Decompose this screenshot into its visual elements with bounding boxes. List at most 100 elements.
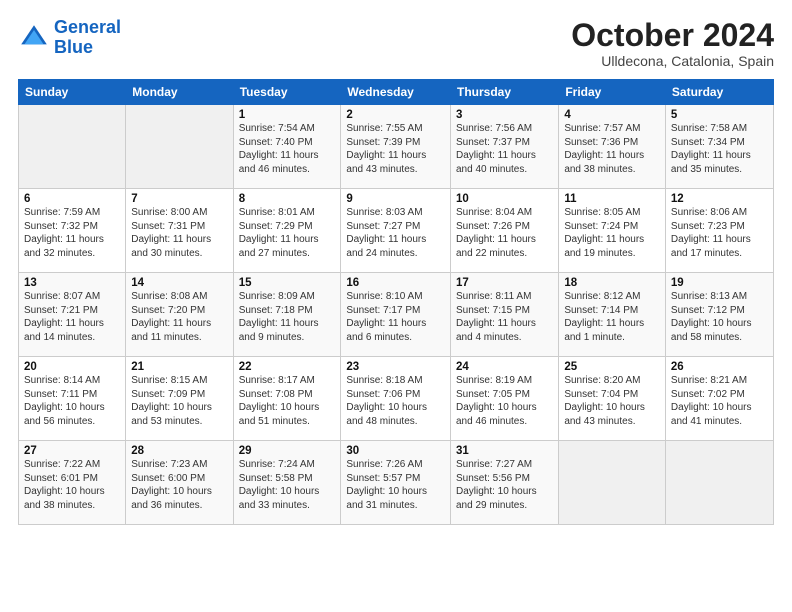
week-row-2: 6Sunrise: 7:59 AM Sunset: 7:32 PM Daylig…: [19, 189, 774, 273]
day-detail: Sunrise: 7:23 AM Sunset: 6:00 PM Dayligh…: [131, 458, 227, 512]
title-block: October 2024 Ulldecona, Catalonia, Spain: [571, 18, 774, 69]
day-number: 12: [671, 193, 768, 205]
day-number: 23: [346, 361, 445, 373]
day-number: 17: [456, 277, 553, 289]
day-cell: 6Sunrise: 7:59 AM Sunset: 7:32 PM Daylig…: [19, 189, 126, 273]
day-detail: Sunrise: 8:04 AM Sunset: 7:26 PM Dayligh…: [456, 206, 553, 260]
day-cell: 10Sunrise: 8:04 AM Sunset: 7:26 PM Dayli…: [450, 189, 558, 273]
day-detail: Sunrise: 7:27 AM Sunset: 5:56 PM Dayligh…: [456, 458, 553, 512]
day-detail: Sunrise: 8:14 AM Sunset: 7:11 PM Dayligh…: [24, 374, 120, 428]
day-number: 31: [456, 445, 553, 457]
week-row-3: 13Sunrise: 8:07 AM Sunset: 7:21 PM Dayli…: [19, 273, 774, 357]
day-cell: 9Sunrise: 8:03 AM Sunset: 7:27 PM Daylig…: [341, 189, 451, 273]
day-cell: 1Sunrise: 7:54 AM Sunset: 7:40 PM Daylig…: [233, 105, 341, 189]
day-cell: 3Sunrise: 7:56 AM Sunset: 7:37 PM Daylig…: [450, 105, 558, 189]
logo-icon: [18, 22, 50, 54]
day-detail: Sunrise: 7:57 AM Sunset: 7:36 PM Dayligh…: [564, 122, 660, 176]
day-number: 21: [131, 361, 227, 373]
day-detail: Sunrise: 7:22 AM Sunset: 6:01 PM Dayligh…: [24, 458, 120, 512]
day-number: 2: [346, 109, 445, 121]
day-cell: 4Sunrise: 7:57 AM Sunset: 7:36 PM Daylig…: [559, 105, 666, 189]
logo: General Blue: [18, 18, 121, 58]
day-cell: 15Sunrise: 8:09 AM Sunset: 7:18 PM Dayli…: [233, 273, 341, 357]
day-cell: 24Sunrise: 8:19 AM Sunset: 7:05 PM Dayli…: [450, 357, 558, 441]
location: Ulldecona, Catalonia, Spain: [571, 53, 774, 69]
logo-text: General Blue: [54, 18, 121, 58]
day-number: 24: [456, 361, 553, 373]
day-cell: 16Sunrise: 8:10 AM Sunset: 7:17 PM Dayli…: [341, 273, 451, 357]
day-number: 8: [239, 193, 336, 205]
day-number: 3: [456, 109, 553, 121]
day-detail: Sunrise: 7:26 AM Sunset: 5:57 PM Dayligh…: [346, 458, 445, 512]
calendar-header-row: SundayMondayTuesdayWednesdayThursdayFrid…: [19, 80, 774, 105]
day-number: 16: [346, 277, 445, 289]
day-cell: 25Sunrise: 8:20 AM Sunset: 7:04 PM Dayli…: [559, 357, 666, 441]
day-number: 22: [239, 361, 336, 373]
day-cell: [126, 105, 233, 189]
day-detail: Sunrise: 8:06 AM Sunset: 7:23 PM Dayligh…: [671, 206, 768, 260]
day-number: 1: [239, 109, 336, 121]
day-cell: 22Sunrise: 8:17 AM Sunset: 7:08 PM Dayli…: [233, 357, 341, 441]
day-cell: 29Sunrise: 7:24 AM Sunset: 5:58 PM Dayli…: [233, 441, 341, 525]
day-detail: Sunrise: 8:08 AM Sunset: 7:20 PM Dayligh…: [131, 290, 227, 344]
day-detail: Sunrise: 7:56 AM Sunset: 7:37 PM Dayligh…: [456, 122, 553, 176]
header: General Blue October 2024 Ulldecona, Cat…: [18, 18, 774, 69]
column-header-sunday: Sunday: [19, 80, 126, 105]
day-number: 13: [24, 277, 120, 289]
day-number: 14: [131, 277, 227, 289]
day-detail: Sunrise: 8:01 AM Sunset: 7:29 PM Dayligh…: [239, 206, 336, 260]
day-cell: 19Sunrise: 8:13 AM Sunset: 7:12 PM Dayli…: [665, 273, 773, 357]
logo-line2: Blue: [54, 37, 93, 57]
column-header-monday: Monday: [126, 80, 233, 105]
day-detail: Sunrise: 8:21 AM Sunset: 7:02 PM Dayligh…: [671, 374, 768, 428]
day-detail: Sunrise: 8:15 AM Sunset: 7:09 PM Dayligh…: [131, 374, 227, 428]
day-cell: 5Sunrise: 7:58 AM Sunset: 7:34 PM Daylig…: [665, 105, 773, 189]
day-detail: Sunrise: 7:58 AM Sunset: 7:34 PM Dayligh…: [671, 122, 768, 176]
day-cell: 20Sunrise: 8:14 AM Sunset: 7:11 PM Dayli…: [19, 357, 126, 441]
week-row-4: 20Sunrise: 8:14 AM Sunset: 7:11 PM Dayli…: [19, 357, 774, 441]
day-detail: Sunrise: 8:18 AM Sunset: 7:06 PM Dayligh…: [346, 374, 445, 428]
day-number: 18: [564, 277, 660, 289]
day-number: 29: [239, 445, 336, 457]
day-detail: Sunrise: 8:10 AM Sunset: 7:17 PM Dayligh…: [346, 290, 445, 344]
day-cell: 27Sunrise: 7:22 AM Sunset: 6:01 PM Dayli…: [19, 441, 126, 525]
day-cell: 2Sunrise: 7:55 AM Sunset: 7:39 PM Daylig…: [341, 105, 451, 189]
day-cell: 12Sunrise: 8:06 AM Sunset: 7:23 PM Dayli…: [665, 189, 773, 273]
day-cell: [665, 441, 773, 525]
day-cell: 8Sunrise: 8:01 AM Sunset: 7:29 PM Daylig…: [233, 189, 341, 273]
day-detail: Sunrise: 8:11 AM Sunset: 7:15 PM Dayligh…: [456, 290, 553, 344]
day-detail: Sunrise: 8:00 AM Sunset: 7:31 PM Dayligh…: [131, 206, 227, 260]
day-cell: 31Sunrise: 7:27 AM Sunset: 5:56 PM Dayli…: [450, 441, 558, 525]
day-detail: Sunrise: 7:59 AM Sunset: 7:32 PM Dayligh…: [24, 206, 120, 260]
day-detail: Sunrise: 7:24 AM Sunset: 5:58 PM Dayligh…: [239, 458, 336, 512]
day-number: 5: [671, 109, 768, 121]
day-number: 26: [671, 361, 768, 373]
day-cell: 14Sunrise: 8:08 AM Sunset: 7:20 PM Dayli…: [126, 273, 233, 357]
day-number: 27: [24, 445, 120, 457]
day-number: 28: [131, 445, 227, 457]
column-header-tuesday: Tuesday: [233, 80, 341, 105]
day-cell: 13Sunrise: 8:07 AM Sunset: 7:21 PM Dayli…: [19, 273, 126, 357]
day-number: 7: [131, 193, 227, 205]
day-number: 4: [564, 109, 660, 121]
day-number: 30: [346, 445, 445, 457]
column-header-friday: Friday: [559, 80, 666, 105]
day-detail: Sunrise: 8:09 AM Sunset: 7:18 PM Dayligh…: [239, 290, 336, 344]
day-number: 25: [564, 361, 660, 373]
day-detail: Sunrise: 8:03 AM Sunset: 7:27 PM Dayligh…: [346, 206, 445, 260]
day-cell: 18Sunrise: 8:12 AM Sunset: 7:14 PM Dayli…: [559, 273, 666, 357]
day-number: 19: [671, 277, 768, 289]
day-detail: Sunrise: 8:20 AM Sunset: 7:04 PM Dayligh…: [564, 374, 660, 428]
column-header-thursday: Thursday: [450, 80, 558, 105]
day-detail: Sunrise: 8:13 AM Sunset: 7:12 PM Dayligh…: [671, 290, 768, 344]
day-cell: 21Sunrise: 8:15 AM Sunset: 7:09 PM Dayli…: [126, 357, 233, 441]
day-detail: Sunrise: 7:54 AM Sunset: 7:40 PM Dayligh…: [239, 122, 336, 176]
month-title: October 2024: [571, 18, 774, 53]
day-detail: Sunrise: 8:07 AM Sunset: 7:21 PM Dayligh…: [24, 290, 120, 344]
day-number: 10: [456, 193, 553, 205]
column-header-saturday: Saturday: [665, 80, 773, 105]
day-cell: 30Sunrise: 7:26 AM Sunset: 5:57 PM Dayli…: [341, 441, 451, 525]
logo-line1: General: [54, 17, 121, 37]
column-header-wednesday: Wednesday: [341, 80, 451, 105]
day-cell: 28Sunrise: 7:23 AM Sunset: 6:00 PM Dayli…: [126, 441, 233, 525]
